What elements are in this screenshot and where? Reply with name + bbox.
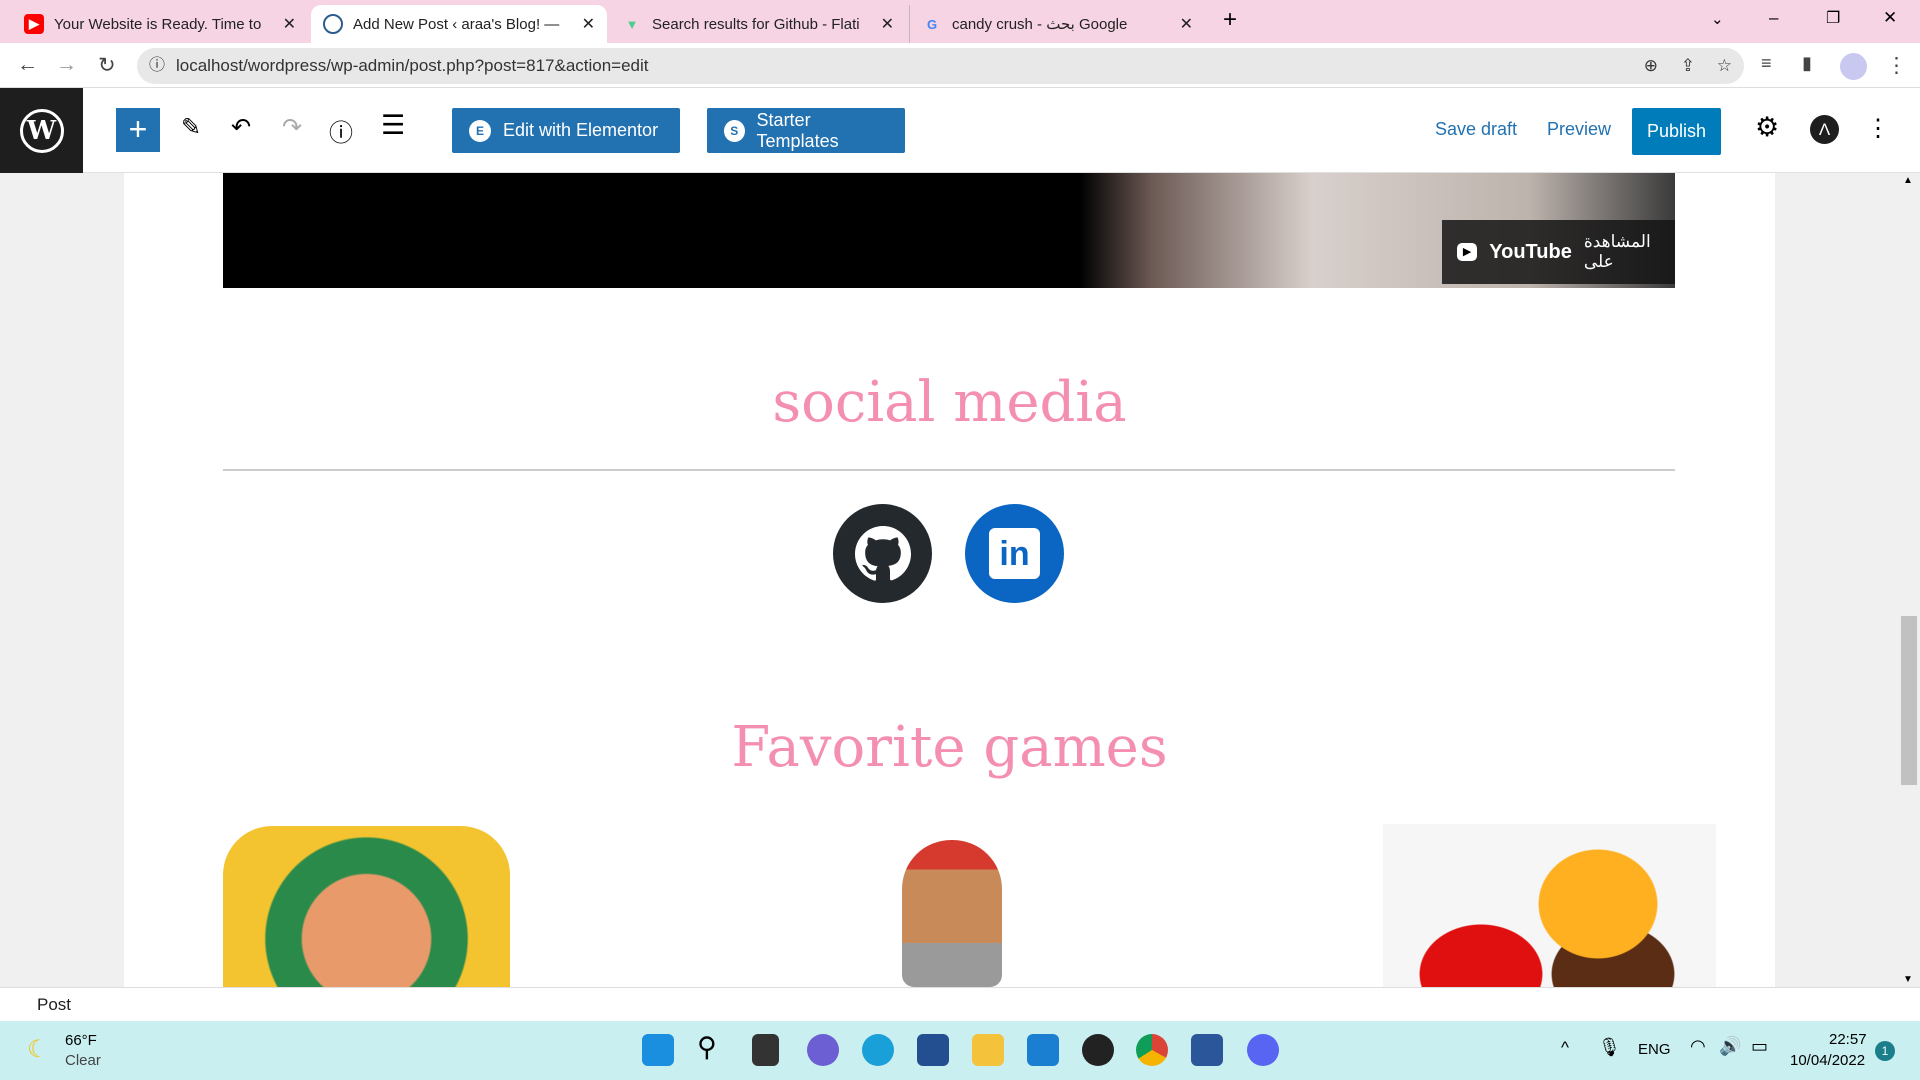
youtube-icon: ▶ xyxy=(24,14,44,34)
notification-badge[interactable]: 1 xyxy=(1875,1041,1895,1061)
restore-button[interactable]: ❐ xyxy=(1826,8,1840,28)
editor-toolbar: W + ✎ ↶ ↷ ⓘ ☰ E Edit with Elementor S St… xyxy=(0,88,1920,173)
edge-icon[interactable] xyxy=(862,1034,894,1066)
add-block-button[interactable]: + xyxy=(116,108,160,152)
scrollbar-thumb[interactable] xyxy=(1901,616,1917,785)
tab-add-new-post[interactable]: Add New Post ‹ araa's Blog! — W ✕ xyxy=(311,5,607,43)
microphone-icon[interactable]: 🎙 xyxy=(1598,1037,1621,1058)
profile-avatar[interactable] xyxy=(1840,53,1867,80)
starter-templates-button[interactable]: S Starter Templates xyxy=(707,108,905,153)
scroll-up-icon[interactable]: ▲ xyxy=(1903,175,1913,186)
close-tab-icon[interactable]: ✕ xyxy=(881,14,894,34)
game-image-ludo xyxy=(223,826,510,987)
file-explorer-icon[interactable] xyxy=(972,1034,1004,1066)
share-icon[interactable]: ⇪ xyxy=(1681,48,1695,84)
linkedin-icon: in xyxy=(989,528,1040,579)
volume-icon[interactable]: 🔊 xyxy=(1719,1036,1741,1057)
options-menu-icon[interactable]: ⋮ xyxy=(1866,114,1890,143)
bookmark-star-icon[interactable]: ☆ xyxy=(1717,48,1732,84)
list-view-icon[interactable]: ☰ xyxy=(381,110,405,141)
youtube-play-icon: ▶ xyxy=(1457,243,1478,261)
new-tab-button[interactable]: + xyxy=(1223,6,1237,34)
tab-search-icon[interactable]: ⌄ xyxy=(1711,10,1724,28)
elementor-icon: E xyxy=(469,119,491,142)
save-draft-button[interactable]: Save draft xyxy=(1435,119,1517,140)
close-tab-icon[interactable]: ✕ xyxy=(1180,14,1193,34)
editor-breadcrumb: Post xyxy=(0,987,1920,1021)
store-icon[interactable] xyxy=(917,1034,949,1066)
forward-icon[interactable]: → xyxy=(56,53,77,77)
zoom-icon[interactable]: ⊕ xyxy=(1644,48,1658,84)
favorite-games-heading: Favorite games xyxy=(731,715,1168,780)
editor-canvas: ▶ YouTube المشاهدة على social media in F… xyxy=(0,173,1920,987)
browser-menu-icon[interactable]: ⋮ xyxy=(1886,53,1907,78)
address-bar-row: ← → ↻ ⓘ localhost/wordpress/wp-admin/pos… xyxy=(0,43,1920,88)
weather-desc[interactable]: Clear xyxy=(65,1052,101,1069)
separator xyxy=(223,469,1675,471)
clock-time[interactable]: 22:57 xyxy=(1829,1031,1867,1048)
minimize-button[interactable]: – xyxy=(1769,8,1778,28)
site-info-icon[interactable]: ⓘ xyxy=(149,48,165,84)
tab-google[interactable]: G candy crush - بحث Google ✕ xyxy=(909,5,1205,43)
reload-icon[interactable]: ↻ xyxy=(98,53,116,78)
teams-chat-icon[interactable] xyxy=(807,1034,839,1066)
preview-button[interactable]: Preview xyxy=(1547,119,1611,140)
app-icon[interactable] xyxy=(1082,1034,1114,1066)
edit-tools-icon[interactable]: ✎ xyxy=(181,113,201,142)
undo-icon[interactable]: ↶ xyxy=(231,113,251,142)
battery-icon[interactable]: ▭ xyxy=(1751,1036,1768,1057)
search-icon[interactable]: ⚲ xyxy=(697,1032,717,1063)
game-image-subway-surfers xyxy=(902,840,1002,987)
astra-icon[interactable]: Λ xyxy=(1810,115,1839,144)
game-image-candy-crush xyxy=(1383,824,1716,987)
tab-youtube[interactable]: ▶ Your Website is Ready. Time to Pu ✕ xyxy=(12,5,308,43)
language-indicator[interactable]: ENG xyxy=(1638,1041,1671,1058)
watch-on-youtube-button[interactable]: ▶ YouTube المشاهدة على xyxy=(1442,220,1675,284)
starter-templates-icon: S xyxy=(724,119,745,142)
redo-icon[interactable]: ↷ xyxy=(282,113,302,142)
url-input[interactable]: ⓘ localhost/wordpress/wp-admin/post.php?… xyxy=(137,48,1744,84)
side-panel-icon[interactable]: ▮ xyxy=(1802,53,1812,74)
scroll-down-icon[interactable]: ▼ xyxy=(1903,974,1913,985)
show-hidden-icons[interactable]: ^ xyxy=(1561,1038,1569,1058)
back-icon[interactable]: ← xyxy=(17,53,38,77)
chrome-icon[interactable] xyxy=(1136,1034,1168,1066)
linkedin-link[interactable]: in xyxy=(965,504,1064,603)
windows-taskbar: ☾ 66°F Clear ⚲ ^ 🎙 ENG ◠ 🔊 ▭ 22:57 10/04… xyxy=(0,1021,1920,1080)
flaticon-icon: ▼ xyxy=(625,16,639,32)
github-icon xyxy=(854,525,911,581)
github-link[interactable] xyxy=(833,504,932,603)
wordpress-logo[interactable]: W xyxy=(0,88,83,173)
close-tab-icon[interactable]: ✕ xyxy=(582,14,595,34)
discord-icon[interactable] xyxy=(1247,1034,1279,1066)
google-icon: G xyxy=(926,16,938,32)
task-view-icon[interactable] xyxy=(752,1034,779,1066)
close-window-button[interactable]: ✕ xyxy=(1883,8,1897,28)
publish-button[interactable]: Publish xyxy=(1632,108,1721,155)
breadcrumb-post[interactable]: Post xyxy=(37,995,71,1014)
tab-flaticon[interactable]: ▼ Search results for Github - Flatico ✕ xyxy=(610,5,906,43)
youtube-video-embed[interactable]: ▶ YouTube المشاهدة على xyxy=(223,173,1675,288)
info-icon[interactable]: ⓘ xyxy=(329,113,353,148)
post-content: ▶ YouTube المشاهدة على social media in F… xyxy=(124,173,1775,987)
weather-temp[interactable]: 66°F xyxy=(65,1032,97,1049)
settings-gear-icon[interactable]: ⚙ xyxy=(1755,112,1779,143)
vertical-scrollbar[interactable]: ▲ ▼ xyxy=(1897,173,1920,987)
wifi-icon[interactable]: ◠ xyxy=(1690,1036,1706,1057)
clock-date[interactable]: 10/04/2022 xyxy=(1790,1052,1865,1069)
mail-icon[interactable] xyxy=(1027,1034,1059,1066)
wordpress-icon xyxy=(323,14,343,34)
social-media-heading: social media xyxy=(772,370,1127,435)
close-tab-icon[interactable]: ✕ xyxy=(283,14,296,34)
reading-list-icon[interactable]: ≡ xyxy=(1761,53,1772,74)
edit-with-elementor-button[interactable]: E Edit with Elementor xyxy=(452,108,680,153)
moon-weather-icon: ☾ xyxy=(27,1036,49,1063)
start-icon[interactable] xyxy=(642,1034,674,1066)
browser-tab-bar: ▶ Your Website is Ready. Time to Pu ✕ Ad… xyxy=(0,0,1920,43)
word-icon[interactable] xyxy=(1191,1034,1223,1066)
